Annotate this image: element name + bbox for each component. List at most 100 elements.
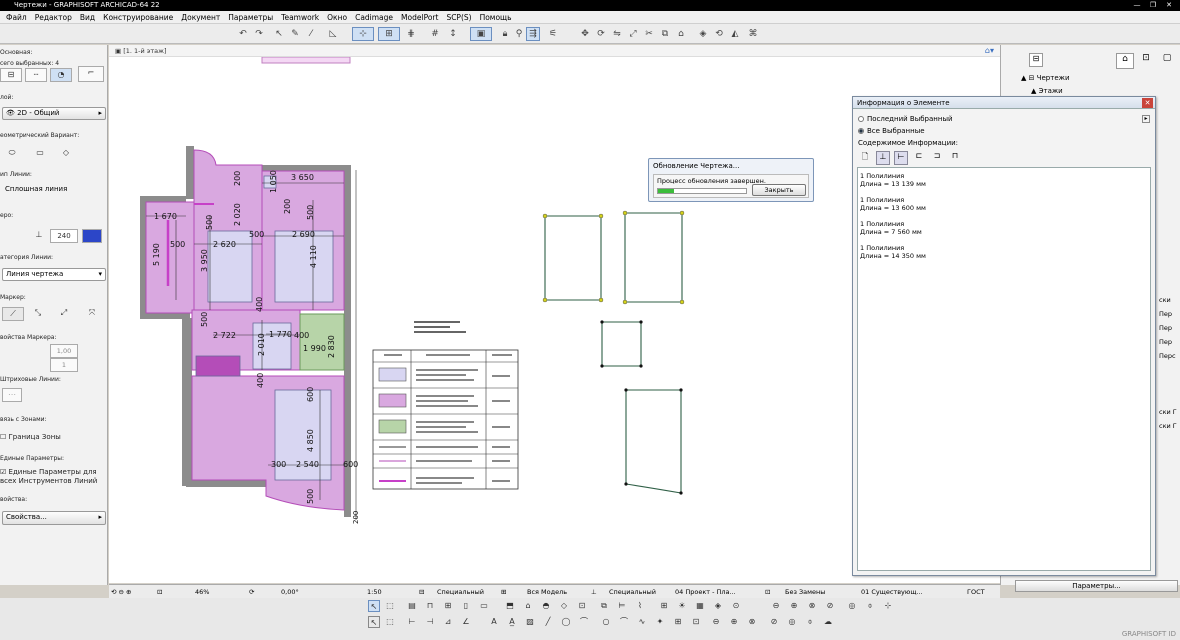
beam-icon[interactable]: ▭ [478,600,490,612]
change-icon[interactable]: ⌽ [864,600,876,612]
gravity-icon[interactable]: ↕ [446,27,460,41]
morph-icon[interactable]: ◈ [712,600,724,612]
menu-document[interactable]: Документ [177,13,224,22]
cloud-icon[interactable]: ☁ [822,616,834,628]
interior-elev-icon[interactable]: ⊗ [806,600,818,612]
renovation-filter-value[interactable]: 01 Существующ... [861,588,923,596]
maximize-button[interactable]: ❐ [1146,0,1160,10]
figure-icon[interactable]: ⊞ [672,616,684,628]
close-window-button[interactable]: ✕ [1162,0,1176,10]
properties-button[interactable]: Свойства... ▸ [2,511,106,525]
window-icon[interactable]: ⊞ [442,600,454,612]
layout-icon[interactable]: ⌘ [746,27,760,41]
worksheet-icon[interactable]: ⊘ [824,600,836,612]
layout-book-icon[interactable]: ▢ [1158,53,1176,69]
column-icon[interactable]: ▯ [460,600,472,612]
render-icon[interactable]: ◭ [728,27,742,41]
detail-tool-icon[interactable]: ◎ [786,616,798,628]
line-type-icon[interactable]: ⊟ [0,68,22,82]
section-line-icon[interactable]: ⊖ [710,616,722,628]
dim-standard-value[interactable]: ГОСТ [967,588,985,596]
object-icon[interactable]: ⊞ [658,600,670,612]
slab-icon[interactable]: ⬒ [504,600,516,612]
level-dim-icon[interactable]: ⊣ [424,616,436,628]
selected-polylines[interactable] [544,212,683,494]
door-icon[interactable]: ⊓ [424,600,436,612]
suspend-groups-icon[interactable]: ⇶ [526,27,540,41]
arrow-tool-icon[interactable]: ↖ [272,27,286,41]
marker-size-field[interactable]: 1,00 [50,344,78,358]
arc-circle-icon[interactable]: ◯ [560,616,572,628]
redo-icon[interactable]: ↷ [252,27,266,41]
menu-options[interactable]: Параметры [224,13,277,22]
mvo-value[interactable]: 04 Проект - Пла... [675,588,736,596]
uniform-checkbox[interactable]: ☑ Единые Параметры для всех Инструментов… [0,468,106,486]
move-icon[interactable]: ✥ [578,27,592,41]
marker-none-icon[interactable]: ⟋ [2,307,24,321]
marker-both-icon[interactable]: ⤧ [82,307,102,321]
hotspot-icon[interactable]: ✦ [654,616,666,628]
tree-root-chertezhi[interactable]: ▲ ⊟ Чертежи [1021,74,1070,82]
wall-icon[interactable]: ▤ [406,600,418,612]
radio-last-selected[interactable]: Последний Выбранный [858,115,953,123]
detail-icon[interactable]: ◎ [846,600,858,612]
tab-floor-1[interactable]: ▣ [1. 1-й этаж] [115,45,167,57]
polyline-shape-icon[interactable]: ⌐ [78,66,104,82]
mesh-icon[interactable]: ⌇ [634,600,646,612]
elevation-icon[interactable]: ⊕ [788,600,800,612]
grid-snap-icon[interactable]: ⋕ [404,27,418,41]
marker-start-icon[interactable]: ⤡ [28,307,48,321]
angle-dim-icon[interactable]: ∠ [460,616,472,628]
renovation-value[interactable]: Без Замены [785,588,825,596]
angle-value[interactable]: 0,00° [281,588,299,596]
zone-border-checkbox[interactable]: ☐ Граница Зоны [0,433,61,441]
offset-icon[interactable]: ⧉ [658,27,672,41]
selection-frame-icon[interactable]: ▣ [470,27,492,41]
railing-icon[interactable]: ⊨ [616,600,628,612]
layer-combo-value[interactable]: Специальный [437,588,484,596]
marker-tool-icon[interactable]: ⊗ [746,616,758,628]
model-view-value[interactable]: Вся Модель [527,588,567,596]
menu-edit[interactable]: Редактор [31,13,76,22]
worksheet-tool-icon[interactable]: ⊘ [768,616,780,628]
grid-icon[interactable]: # [428,27,442,41]
arrow-select-icon[interactable]: ↖ [368,600,380,612]
pen-number-field[interactable]: 240 [50,229,78,243]
orbit-icon[interactable]: ⟲ [712,27,726,41]
menu-modelport[interactable]: ModelPort [397,13,442,22]
revision-icon[interactable]: ⌽ [804,616,816,628]
trace-icon[interactable]: ⚟ [546,27,560,41]
zone-icon[interactable]: ▦ [694,600,706,612]
menu-teamwork[interactable]: Teamwork [277,13,323,22]
explode-icon[interactable]: ⌂ [674,27,688,41]
polyline-tool-icon[interactable]: ⌒ [618,616,630,628]
parameters-button[interactable]: Параметры... [1015,580,1178,592]
navigator-icon[interactable]: ⌂▾ [985,46,994,55]
pen-set-value[interactable]: Специальный [609,588,656,596]
snap-icon[interactable]: ⊞ [378,27,400,41]
geometry-arc-icon[interactable]: ⬭ [2,147,22,161]
lamp-icon[interactable]: ☀ [676,600,688,612]
syringe-icon[interactable]: ⁄ [304,27,318,41]
geometry-rhomb-icon[interactable]: ◇ [56,147,76,161]
undo-icon[interactable]: ↶ [236,27,250,41]
arrow-icon-2[interactable]: ↖ [368,616,380,628]
view-3d-icon[interactable]: ◈ [696,27,710,41]
menu-window[interactable]: Окно [323,13,351,22]
marquee-icon[interactable]: ⬚ [384,600,396,612]
eyedropper-icon[interactable]: ✎ [288,27,302,41]
circle-icon[interactable]: ○ [600,616,612,628]
info-length-icon[interactable]: ⊢ [894,151,908,165]
drawing-icon[interactable]: ⊡ [690,616,702,628]
shell-icon[interactable]: ◓ [540,600,552,612]
polyline-vertices[interactable] [542,210,685,305]
skylight-icon[interactable]: ◇ [558,600,570,612]
lock-icon[interactable]: 🔒︎ [498,27,512,41]
menu-view[interactable]: Вид [76,13,99,22]
menu-help[interactable]: Помощь [476,13,516,22]
elevation-line-icon[interactable]: ⊕ [728,616,740,628]
marker-end-icon[interactable]: ⤢ [54,307,74,321]
guide-line-icon[interactable]: ⊹ [352,27,374,41]
info-expand-arrow-icon[interactable]: ▸ [1142,115,1150,123]
navigator-view-icon[interactable]: ⊟ [1029,53,1043,67]
